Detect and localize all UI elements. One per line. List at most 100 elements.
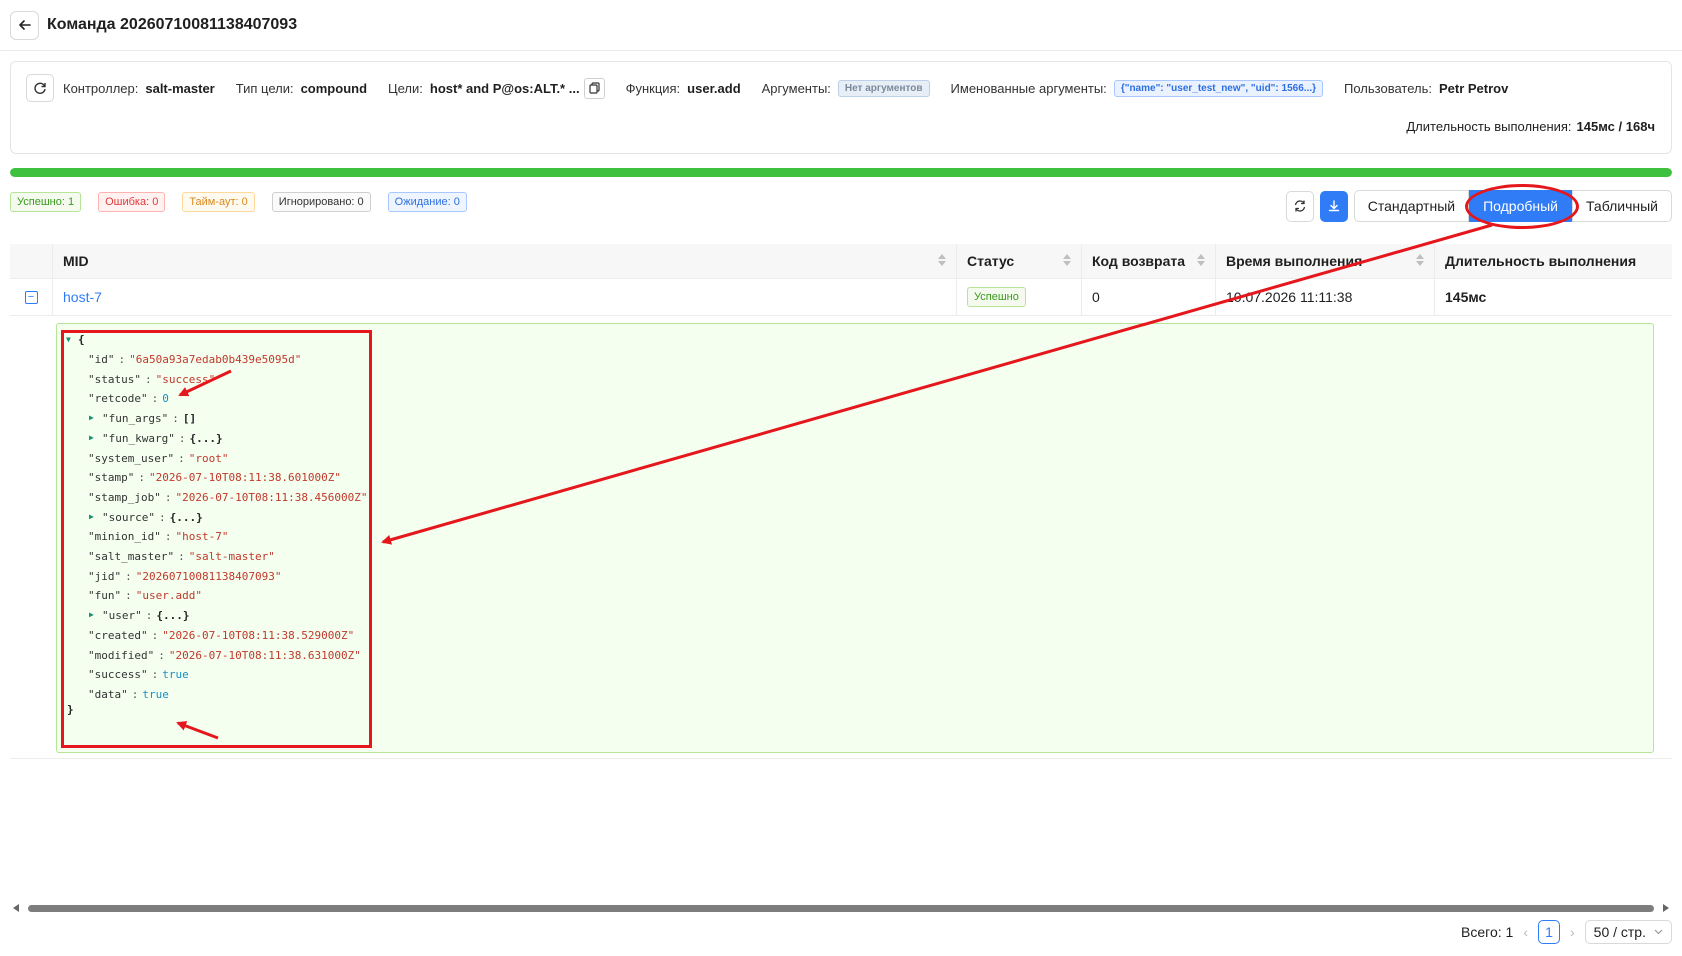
json-line: "system_user": "root" [88,452,228,465]
sort-icon[interactable] [1197,254,1205,266]
json-key: "salt_master" [88,550,175,563]
json-line: "modified": "2026-07-10T08:11:38.631000Z" [88,649,361,662]
json-key: "data" [88,687,128,701]
json-value[interactable]: {...} [156,609,189,622]
json-value[interactable]: [] [183,412,196,425]
success-count-tag[interactable]: Успешно: 1 [10,192,82,212]
column-header-mid[interactable]: MID [53,244,957,278]
download-button[interactable] [1319,190,1348,222]
json-value: 0 [162,392,169,406]
total-count: Всего: 1 [1461,924,1514,940]
args-tag: Нет аргументов [837,79,930,97]
json-value: true [162,668,189,682]
controller-value: salt-master [145,80,215,96]
json-line: "fun_kwarg": {...} [102,432,223,445]
json-colon: : [125,589,132,603]
expand-caret-icon[interactable]: ▶ [89,610,94,619]
pagination: Всего: 1 ‹ 1 › 50 / стр. [1461,920,1672,944]
status-summary: Успешно: 1 Ошибка: 0 Тайм-аут: 0 Игнорир… [10,192,467,212]
column-header-time-label: Время выполнения [1226,253,1363,269]
expand-caret-icon[interactable]: ▶ [89,433,94,442]
json-value: "salt-master" [188,550,275,563]
column-header-duration[interactable]: Длительность выполнения [1435,244,1656,278]
table-row[interactable]: − host-7 Успешно 0 10.07.2026 11:11:38 1… [10,279,1672,316]
json-line: "created": "2026-07-10T08:11:38.529000Z" [88,629,354,642]
json-colon: : [151,628,159,642]
scroll-left-icon[interactable] [13,904,19,912]
json-value[interactable]: {...} [189,432,222,445]
json-colon: : [118,353,126,366]
expand-caret-icon[interactable]: ▶ [89,512,94,521]
retcode-cell: 0 [1082,279,1216,315]
view-mode-switch: Стандартный Подробный Табличный [1353,184,1672,229]
copy-targets-button[interactable] [583,77,605,99]
back-button[interactable] [10,10,39,40]
page-size-select[interactable]: 50 / стр. [1584,920,1672,944]
json-value: "success" [155,372,216,386]
duration-value: 145мс / 168ч [1576,119,1655,134]
expand-cell: − [10,279,53,315]
mid-cell: host-7 [53,279,957,315]
scroll-right-icon[interactable] [1663,904,1669,912]
json-line: "user": {...} [102,609,190,622]
download-icon [1328,200,1339,212]
current-page-button[interactable]: 1 [1537,920,1560,944]
duration-cell: 145мс [1445,289,1487,305]
error-count-tag[interactable]: Ошибка: 0 [98,192,166,212]
json-line: "id": "6a50a93a7edab0b439e5095d" [88,353,301,366]
view-standard-button[interactable]: Стандартный [1353,190,1470,222]
ignored-count-tag[interactable]: Игнорировано: 0 [271,192,371,212]
json-value: true [142,687,169,701]
json-line: "fun": "user.add" [88,589,202,602]
timeout-count-tag[interactable]: Тайм-аут: 0 [182,192,255,212]
column-header-status[interactable]: Статус [957,244,1082,278]
sort-icon[interactable] [1063,254,1071,266]
json-viewer: ▼ { } "id": "6a50a93a7edab0b439e5095d" "st… [56,323,1654,753]
json-value: "host-7" [175,530,229,544]
json-key: "status" [88,372,141,386]
json-value: "user.add" [135,589,202,603]
json-colon: : [151,668,159,682]
user-label: Пользователь: [1344,80,1432,96]
progress-bar [10,168,1672,177]
json-key: "success" [88,668,148,682]
mid-link[interactable]: host-7 [63,289,102,305]
json-key: "fun_kwarg" [102,431,175,445]
json-line: "stamp_job": "2026-07-10T08:11:38.456000Z… [88,491,368,504]
json-line: "source": {...} [102,511,203,524]
command-info-card: Контроллер: salt-master Тип цели: compou… [10,61,1672,154]
table-header: MID Статус Код возврата Время выполнения… [10,244,1672,279]
status-cell: Успешно [957,279,1082,315]
sort-icon[interactable] [938,254,946,266]
annotation-circle [1465,184,1579,229]
collapse-caret-icon[interactable]: ▼ [66,335,71,344]
waiting-count-tag[interactable]: Ожидание: 0 [387,192,467,212]
json-colon: : [178,550,185,563]
next-page-icon[interactable]: › [1570,924,1575,940]
horizontal-scrollbar[interactable] [10,902,1672,914]
column-header-time[interactable]: Время выполнения [1216,244,1435,278]
json-line: "retcode":0 [88,392,169,405]
json-colon: : [131,687,139,701]
json-close-brace: } [67,703,74,716]
scroll-thumb[interactable] [28,905,1654,912]
reload-icon [34,82,46,94]
page-header: Команда 20260710081138407093 [10,10,297,40]
view-detailed-button[interactable]: Подробный [1465,184,1579,229]
json-value[interactable]: {...} [170,511,203,524]
kwargs-tag[interactable]: {"name": "user_test_new", "uid": 1566...… [1113,79,1323,97]
prev-page-icon[interactable]: ‹ [1523,924,1528,940]
sort-icon[interactable] [1416,254,1424,266]
copy-icon [588,82,600,94]
refresh-results-button[interactable] [1285,190,1314,222]
collapse-row-icon[interactable]: − [24,290,38,304]
view-table-button[interactable]: Табличный [1572,190,1672,222]
json-key: "id" [88,353,115,366]
column-header-status-label: Статус [967,253,1015,269]
target-type-label: Тип цели: [235,80,294,96]
user-value: Petr Petrov [1438,80,1509,96]
expand-caret-icon[interactable]: ▶ [89,413,94,422]
refresh-info-button[interactable] [26,74,54,102]
json-key: "user" [102,609,142,623]
column-header-retcode[interactable]: Код возврата [1082,244,1216,278]
